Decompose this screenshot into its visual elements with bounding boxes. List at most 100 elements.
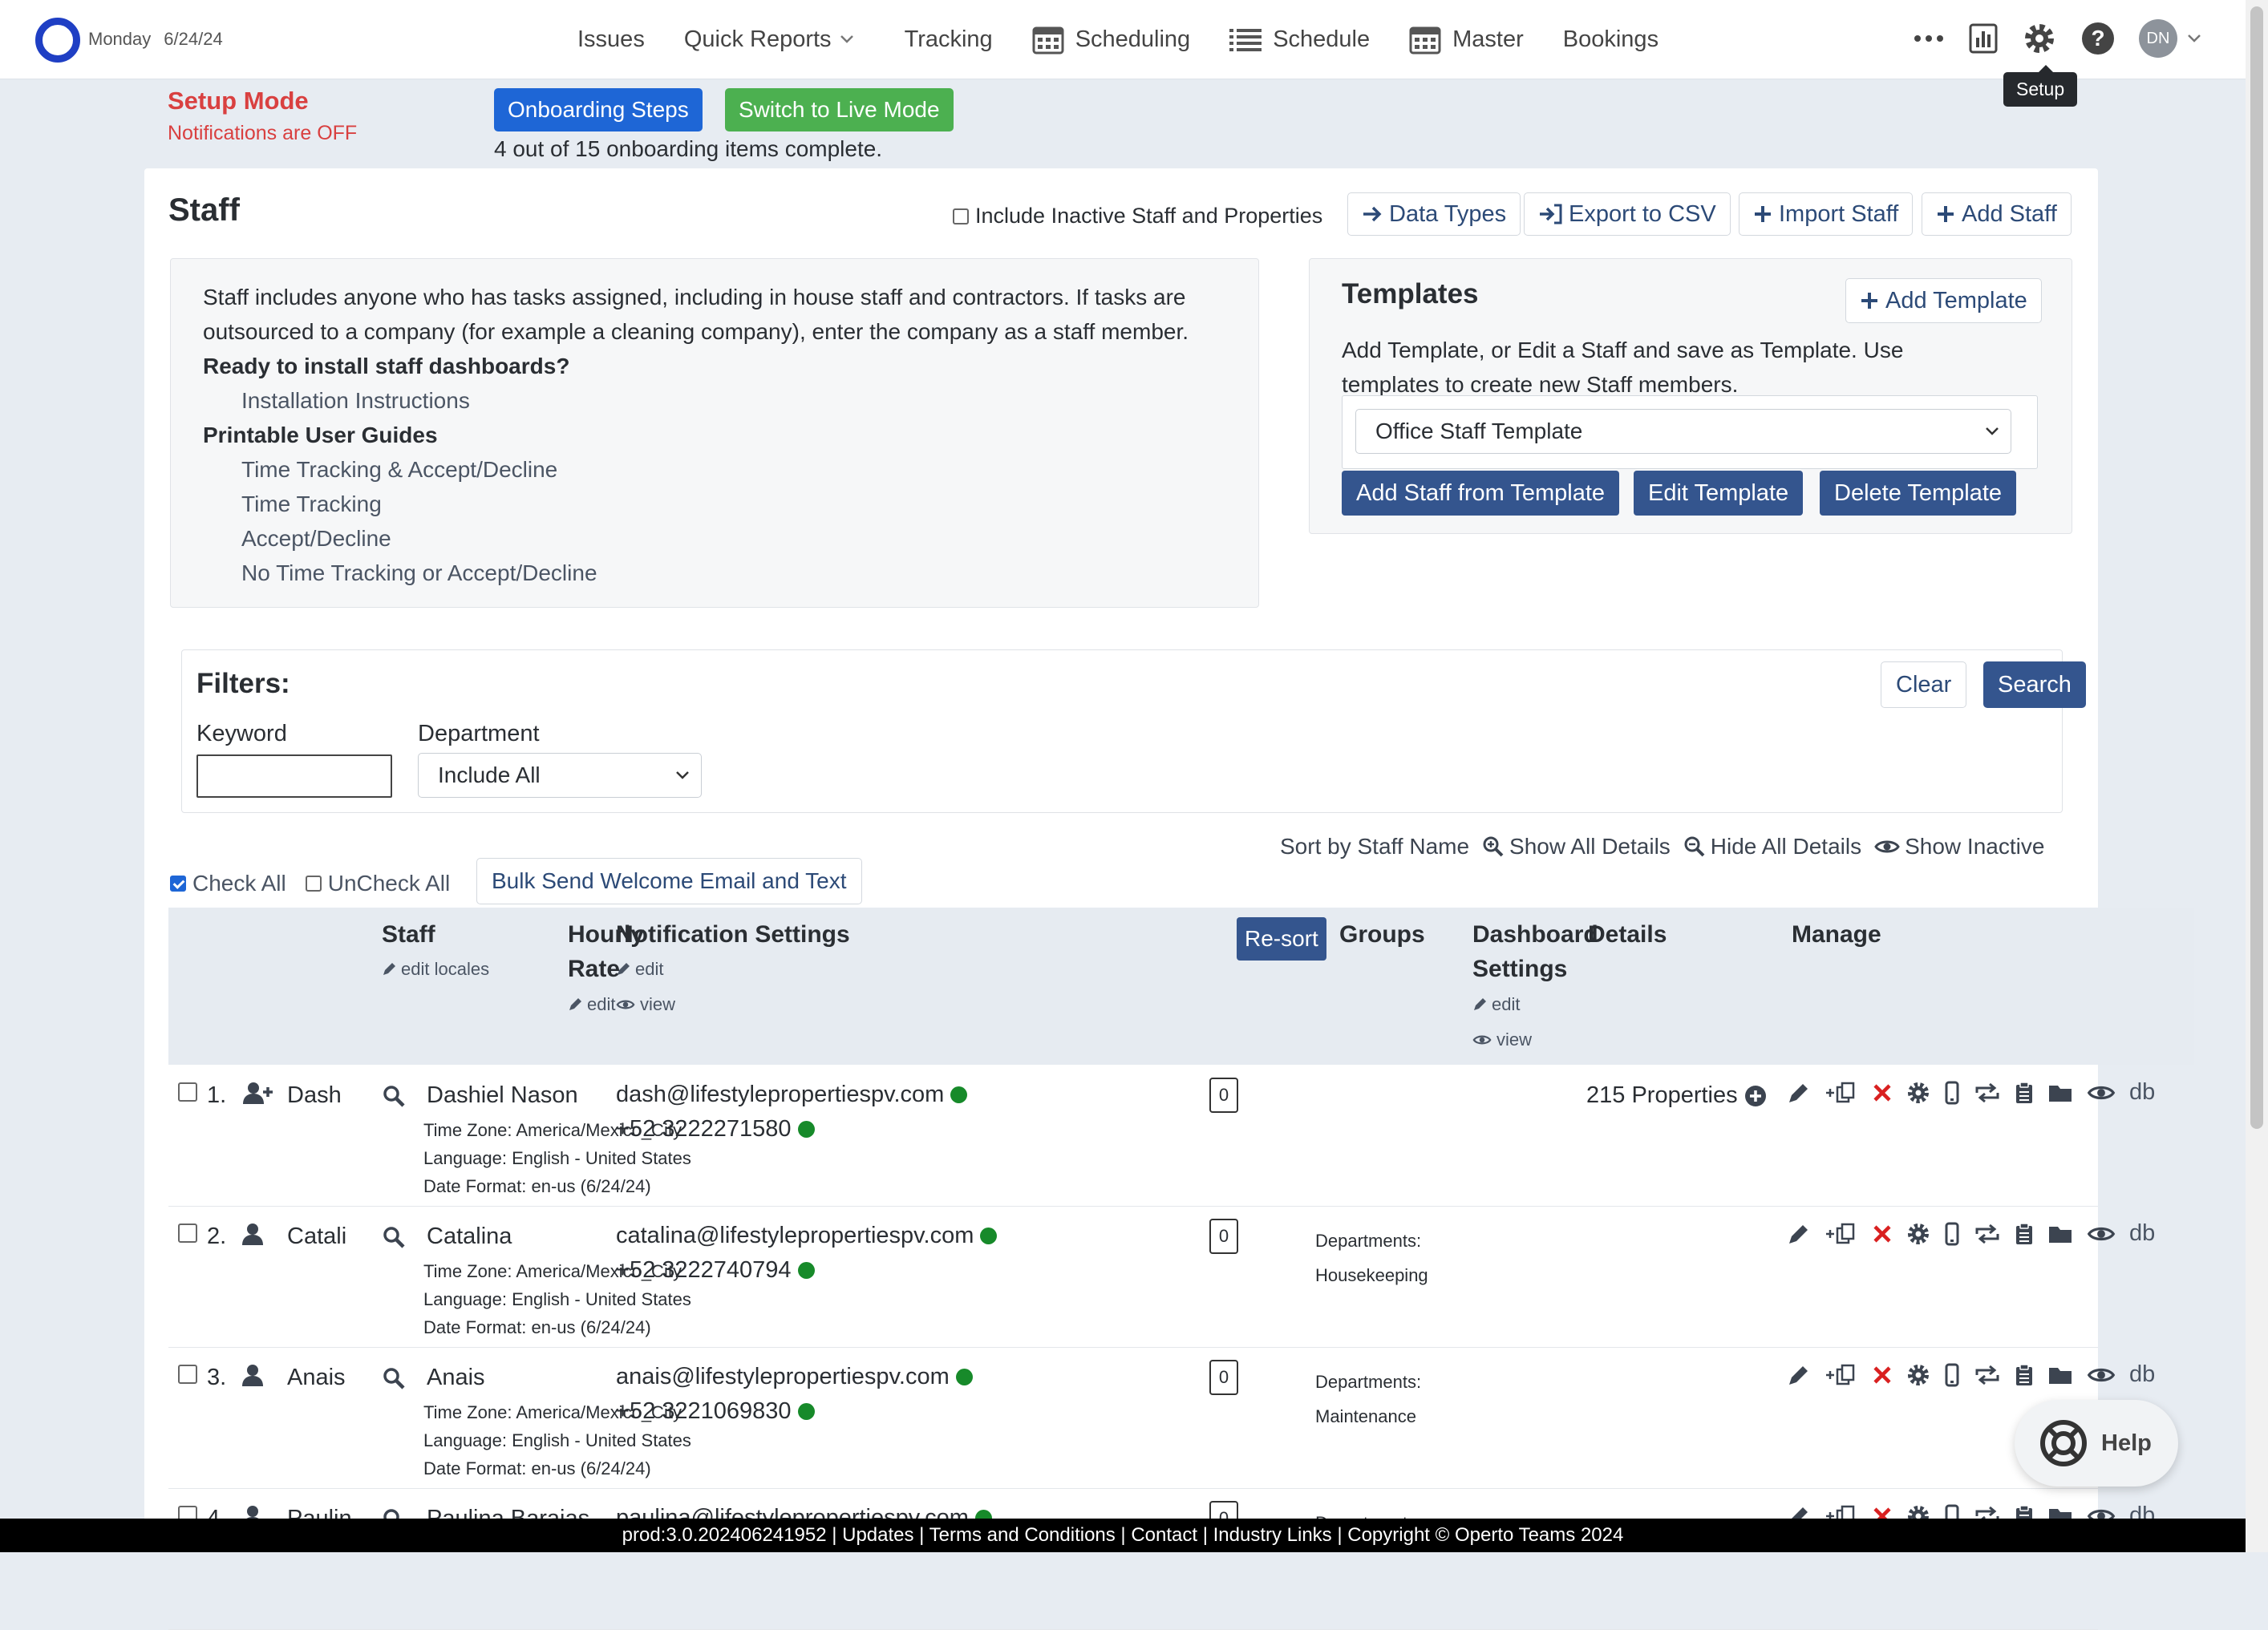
db-link[interactable]: db xyxy=(2129,1361,2155,1388)
sort-order-input[interactable]: 0 xyxy=(1209,1219,1238,1254)
properties-count[interactable]: 215 Properties xyxy=(1586,1082,1767,1109)
switch-live-mode-button[interactable]: Switch to Live Mode xyxy=(725,88,954,131)
duplicate-icon[interactable] xyxy=(1825,1222,1858,1246)
more-icon[interactable] xyxy=(1913,34,1945,42)
settings-gear-icon[interactable] xyxy=(2022,21,2057,56)
settings-gear-icon[interactable] xyxy=(1906,1222,1930,1246)
search-icon[interactable] xyxy=(382,1366,406,1397)
notif-edit-link[interactable]: edit xyxy=(616,959,663,980)
show-all-details[interactable]: Show All Details xyxy=(1482,834,1671,859)
export-csv-button[interactable]: Export to CSV xyxy=(1524,192,1731,236)
guide-link[interactable]: Time Tracking & Accept/Decline xyxy=(203,452,1226,487)
data-types-button[interactable]: Data Types xyxy=(1347,192,1521,236)
search-button[interactable]: Search xyxy=(1983,661,2086,708)
sort-order-input[interactable]: 0 xyxy=(1209,1360,1238,1395)
folder-icon[interactable] xyxy=(2047,1365,2073,1385)
clipboard-icon[interactable] xyxy=(2015,1081,2034,1105)
folder-icon[interactable] xyxy=(2047,1082,2073,1103)
mobile-phone-icon[interactable] xyxy=(1944,1081,1960,1105)
clipboard-icon[interactable] xyxy=(2015,1222,2034,1246)
onboarding-steps-button[interactable]: Onboarding Steps xyxy=(494,88,703,131)
edit-pencil-icon[interactable] xyxy=(1787,1363,1811,1387)
repeat-icon[interactable] xyxy=(1974,1364,2001,1386)
edit-pencil-icon[interactable] xyxy=(1787,1081,1811,1105)
app-logo[interactable] xyxy=(35,18,80,63)
delete-x-icon[interactable] xyxy=(1872,1082,1893,1103)
search-icon[interactable] xyxy=(382,1225,406,1256)
template-select[interactable]: Office Staff Template xyxy=(1355,409,2011,454)
checkbox[interactable] xyxy=(953,208,969,224)
resort-button[interactable]: Re-sort xyxy=(1237,917,1326,961)
delete-template-button[interactable]: Delete Template xyxy=(1820,471,2017,516)
bulk-send-welcome-button[interactable]: Bulk Send Welcome Email and Text xyxy=(476,858,862,904)
eye-icon[interactable] xyxy=(2087,1083,2116,1102)
scrollbar-thumb[interactable] xyxy=(2250,6,2263,1129)
nav-quick-reports[interactable]: Quick Reports xyxy=(684,26,865,53)
guide-link[interactable]: No Time Tracking or Accept/Decline xyxy=(203,556,1226,590)
mobile-phone-icon[interactable] xyxy=(1944,1363,1960,1387)
nav-schedule[interactable]: Schedule xyxy=(1229,26,1370,53)
rate-edit-link[interactable]: edit xyxy=(568,994,615,1015)
mobile-phone-icon[interactable] xyxy=(1944,1222,1960,1246)
nav-bookings[interactable]: Bookings xyxy=(1563,26,1658,53)
settings-gear-icon[interactable] xyxy=(1906,1081,1930,1105)
edit-locales-link[interactable]: edit locales xyxy=(382,959,489,980)
db-link[interactable]: db xyxy=(2129,1079,2155,1106)
help-question-icon[interactable]: ? xyxy=(2081,22,2115,55)
repeat-icon[interactable] xyxy=(1974,1223,2001,1245)
guide-link[interactable]: Accept/Decline xyxy=(203,521,1226,556)
nav-master[interactable]: Master xyxy=(1409,24,1524,55)
edit-pencil-icon[interactable] xyxy=(1787,1222,1811,1246)
guide-link[interactable]: Time Tracking xyxy=(203,487,1226,521)
row-checkbox[interactable] xyxy=(178,1224,197,1243)
check-all-checkbox[interactable] xyxy=(170,876,186,892)
uncheck-all-checkbox[interactable] xyxy=(305,876,322,892)
staff-full-name[interactable]: Anais xyxy=(427,1365,485,1391)
eye-icon[interactable] xyxy=(2087,1224,2116,1244)
staff-full-name[interactable]: Catalina xyxy=(427,1224,512,1250)
edit-template-button[interactable]: Edit Template xyxy=(1634,471,1804,516)
staff-full-name[interactable]: Dashiel Nason xyxy=(427,1082,578,1109)
installation-link[interactable]: Installation Instructions xyxy=(203,383,1226,418)
settings-gear-icon[interactable] xyxy=(1906,1363,1930,1387)
include-inactive-checkbox[interactable]: Include Inactive Staff and Properties xyxy=(953,204,1322,229)
check-all-label[interactable]: Check All xyxy=(192,871,286,896)
notif-view-link[interactable]: view xyxy=(616,994,675,1015)
folder-icon[interactable] xyxy=(2047,1224,2073,1244)
dash-view-link[interactable]: view xyxy=(1472,1029,1532,1050)
search-icon[interactable] xyxy=(382,1084,406,1114)
clipboard-icon[interactable] xyxy=(2015,1363,2034,1387)
nav-tracking[interactable]: Tracking xyxy=(905,26,993,53)
sort-by-name[interactable]: Sort by Staff Name xyxy=(1280,834,1469,859)
list-icon xyxy=(1229,29,1262,51)
department-select[interactable]: Include All xyxy=(418,753,702,798)
nav-issues[interactable]: Issues xyxy=(577,26,645,53)
add-staff-button[interactable]: Add Staff xyxy=(1922,192,2072,236)
hide-all-details[interactable]: Hide All Details xyxy=(1683,834,1861,859)
delete-x-icon[interactable] xyxy=(1872,1224,1893,1244)
import-staff-button[interactable]: Import Staff xyxy=(1739,192,1914,236)
sort-order-input[interactable]: 0 xyxy=(1209,1078,1238,1113)
keyword-input[interactable] xyxy=(196,754,392,798)
dash-edit-link[interactable]: edit xyxy=(1472,994,1520,1015)
uncheck-all-label[interactable]: UnCheck All xyxy=(328,871,451,896)
reports-icon[interactable] xyxy=(1969,23,1998,54)
eye-icon[interactable] xyxy=(2087,1365,2116,1385)
help-widget-button[interactable]: Help xyxy=(2015,1400,2178,1486)
duplicate-icon[interactable] xyxy=(1825,1363,1858,1387)
staff-email: catalina@lifestylepropertiespv.com xyxy=(616,1223,974,1248)
add-staff-from-template-button[interactable]: Add Staff from Template xyxy=(1342,471,1620,516)
add-template-button[interactable]: Add Template xyxy=(1845,278,2042,323)
nav-scheduling[interactable]: Scheduling xyxy=(1032,24,1190,55)
user-menu[interactable]: DN xyxy=(2139,19,2201,58)
delete-x-icon[interactable] xyxy=(1872,1365,1893,1385)
row-checkbox[interactable] xyxy=(178,1082,197,1102)
row-checkbox[interactable] xyxy=(178,1365,197,1384)
page-scrollbar[interactable] xyxy=(2246,0,2268,1552)
db-link[interactable]: db xyxy=(2129,1220,2155,1247)
clear-button[interactable]: Clear xyxy=(1881,661,1967,708)
duplicate-icon[interactable] xyxy=(1825,1081,1858,1105)
repeat-icon[interactable] xyxy=(1974,1082,2001,1104)
show-inactive[interactable]: Show Inactive xyxy=(1874,834,2044,859)
groups-cell: Departments: Housekeeping xyxy=(1315,1231,1428,1285)
